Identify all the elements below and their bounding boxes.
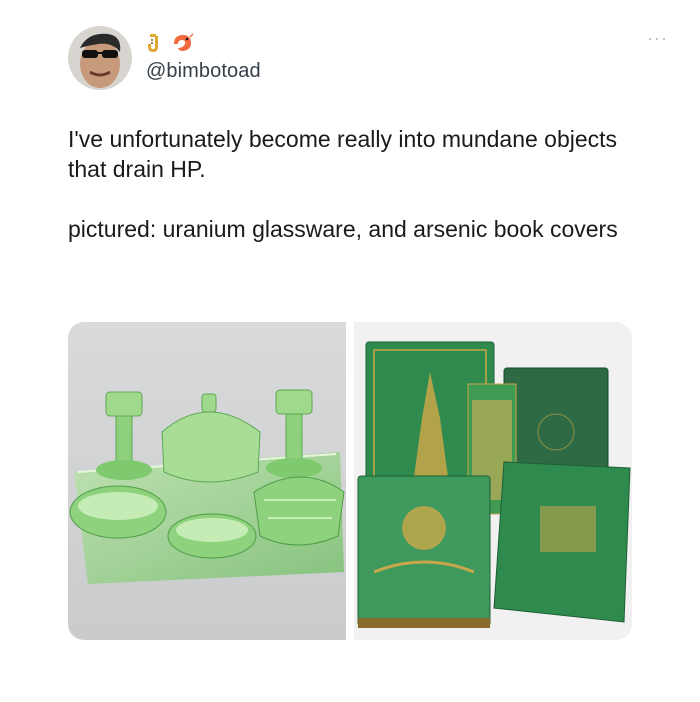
tweet-paragraph-1: I've unfortunately become really into mu…: [68, 126, 618, 182]
author-handle[interactable]: @bimbotoad: [146, 60, 261, 83]
shrimp-icon: [174, 33, 194, 51]
more-options-icon[interactable]: ···: [647, 28, 668, 49]
saxophone-icon: [148, 34, 158, 52]
tweet-paragraph-2: pictured: uranium glassware, and arsenic…: [68, 216, 618, 242]
tweet-text: I've unfortunately become really into mu…: [68, 124, 628, 274]
name-badges: [146, 30, 194, 56]
tweet-media[interactable]: [68, 322, 632, 640]
arsenic-books-photo[interactable]: [354, 322, 632, 640]
avatar[interactable]: [68, 26, 132, 90]
tweet-header: @bimbotoad ···: [68, 26, 668, 90]
uranium-glassware-photo[interactable]: [68, 322, 346, 640]
